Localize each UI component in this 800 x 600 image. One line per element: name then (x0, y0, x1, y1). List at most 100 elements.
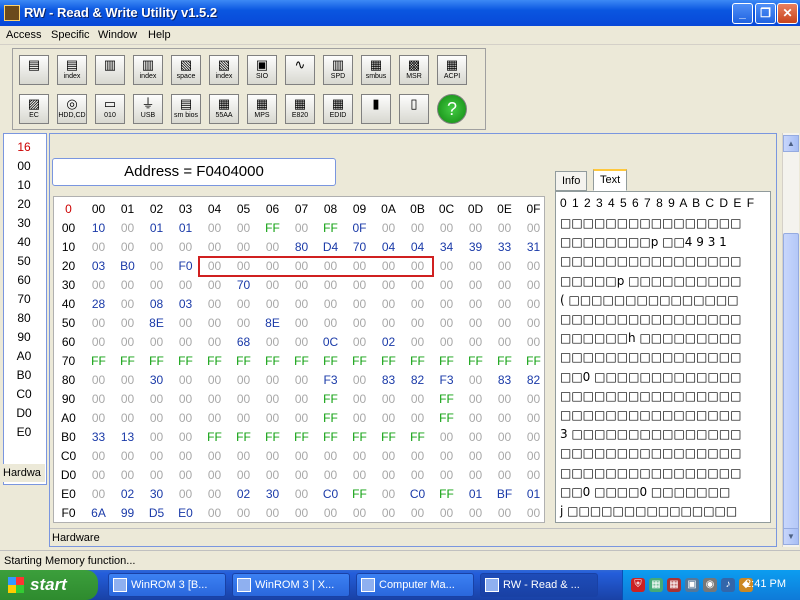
hex-cell[interactable]: 00 (142, 276, 171, 295)
command-icon[interactable]: ▮ (361, 94, 391, 124)
hex-cell[interactable]: 00 (432, 466, 461, 485)
hex-cell[interactable]: 6A (84, 504, 113, 523)
hex-cell[interactable]: 00 (432, 314, 461, 333)
hex-cell[interactable]: 00 (84, 447, 113, 466)
hex-cell[interactable]: 00 (519, 219, 548, 238)
hex-cell[interactable]: 00 (490, 390, 519, 409)
hex-cell[interactable]: 00 (287, 390, 316, 409)
hex-cell[interactable]: 00 (374, 409, 403, 428)
hex-cell[interactable]: 00 (142, 390, 171, 409)
hex-cell[interactable]: 00 (316, 295, 345, 314)
hex-cell[interactable]: 00 (229, 504, 258, 523)
hex-cell[interactable]: 00 (432, 428, 461, 447)
hex-cell[interactable]: 00 (490, 276, 519, 295)
hex-cell[interactable]: 00 (403, 295, 432, 314)
hex-cell[interactable]: FF (432, 409, 461, 428)
hex-cell[interactable]: 00 (113, 219, 142, 238)
hex-cell[interactable]: 00 (316, 447, 345, 466)
hex-cell[interactable]: 00 (432, 257, 461, 276)
hex-cell[interactable]: 00 (461, 295, 490, 314)
hex-cell[interactable]: 00 (171, 371, 200, 390)
hex-cell[interactable]: 00 (113, 333, 142, 352)
hex-cell[interactable]: 00 (519, 314, 548, 333)
hex-cell[interactable]: 00 (229, 295, 258, 314)
hex-cell[interactable]: 00 (519, 257, 548, 276)
hex-cell[interactable]: 00 (258, 238, 287, 257)
task-computer-management[interactable]: Computer Ma... (356, 573, 474, 597)
hex-cell[interactable]: 00 (200, 219, 229, 238)
hex-cell[interactable]: 00 (142, 447, 171, 466)
scroll-thumb[interactable] (783, 233, 799, 533)
hex-cell[interactable]: 00 (403, 409, 432, 428)
hex-cell[interactable]: 00 (258, 409, 287, 428)
display-icon[interactable]: ▣ (685, 578, 699, 592)
hex-cell[interactable]: FF (316, 409, 345, 428)
left-row-label[interactable]: B0 (4, 366, 44, 385)
hex-cell[interactable]: 00 (374, 485, 403, 504)
hex-cell[interactable]: FF (258, 219, 287, 238)
hex-cell[interactable]: 00 (113, 276, 142, 295)
hex-cell[interactable]: FF (432, 390, 461, 409)
hex-cell[interactable]: 00 (142, 409, 171, 428)
hex-cell[interactable]: 00 (258, 276, 287, 295)
hex-cell[interactable]: D4 (316, 238, 345, 257)
vertical-scrollbar[interactable]: ▲ ▼ (782, 133, 799, 547)
hex-cell[interactable]: 00 (287, 466, 316, 485)
hex-cell[interactable]: 00 (229, 371, 258, 390)
hex-cell[interactable]: 00 (113, 466, 142, 485)
hex-cell[interactable]: 00 (229, 390, 258, 409)
hex-cell[interactable]: 00 (432, 219, 461, 238)
hex-cell[interactable]: 00 (229, 238, 258, 257)
hex-cell[interactable]: 00 (84, 466, 113, 485)
menu-window[interactable]: Window (98, 29, 137, 41)
hex-cell[interactable]: FF (258, 428, 287, 447)
hex-cell[interactable]: 08 (142, 295, 171, 314)
hex-cell[interactable]: 00 (432, 447, 461, 466)
hex-cell[interactable]: B0 (113, 257, 142, 276)
hex-cell[interactable]: 00 (345, 466, 374, 485)
hex-cell[interactable]: 00 (461, 504, 490, 523)
left-row-label[interactable]: 20 (4, 195, 44, 214)
hex-cell[interactable]: 00 (84, 314, 113, 333)
memory-index-icon[interactable]: ▥ index (133, 55, 163, 85)
hex-cell[interactable]: 00 (403, 219, 432, 238)
hex-cell[interactable]: 00 (171, 428, 200, 447)
hex-cell[interactable]: 00 (171, 390, 200, 409)
hex-cell[interactable]: 00 (403, 447, 432, 466)
hex-cell[interactable]: FF (229, 352, 258, 371)
hex-cell[interactable]: 00 (142, 238, 171, 257)
hex-cell[interactable]: 00 (171, 276, 200, 295)
minimize-button[interactable]: _ (732, 3, 753, 24)
hex-cell[interactable]: 00 (490, 466, 519, 485)
menu-specific[interactable]: Specific (51, 29, 90, 41)
hex-cell[interactable]: 00 (113, 371, 142, 390)
hex-cell[interactable]: 00 (374, 295, 403, 314)
hex-cell[interactable]: FF (200, 428, 229, 447)
hex-cell[interactable]: 00 (258, 390, 287, 409)
hex-cell[interactable]: 00 (519, 504, 548, 523)
hex-cell[interactable]: 00 (287, 276, 316, 295)
hex-cell[interactable]: 00 (258, 504, 287, 523)
task-rw-utility[interactable]: RW - Read & ... (480, 573, 598, 597)
hex-cell[interactable]: 00 (374, 466, 403, 485)
hex-cell[interactable]: 00 (229, 314, 258, 333)
hex-cell[interactable]: 00 (316, 504, 345, 523)
left-row-label[interactable]: 40 (4, 233, 44, 252)
hex-cell[interactable]: 82 (519, 371, 548, 390)
hex-cell[interactable]: FF (287, 352, 316, 371)
hex-cell[interactable]: 00 (84, 371, 113, 390)
hex-cell[interactable]: 33 (84, 428, 113, 447)
hex-cell[interactable]: 00 (200, 504, 229, 523)
hex-cell[interactable]: 00 (461, 257, 490, 276)
menu-help[interactable]: Help (148, 29, 171, 41)
hex-cell[interactable]: 00 (229, 447, 258, 466)
hex-cell[interactable]: 00 (200, 485, 229, 504)
hex-cell[interactable]: 04 (374, 238, 403, 257)
hex-cell[interactable]: 01 (171, 219, 200, 238)
scroll-up-icon[interactable]: ▲ (783, 135, 799, 152)
hex-cell[interactable]: FF (432, 485, 461, 504)
hex-cell[interactable]: F3 (316, 371, 345, 390)
hex-cell[interactable]: 70 (229, 276, 258, 295)
hex-cell[interactable]: 33 (490, 238, 519, 257)
hex-cell[interactable]: FF (345, 352, 374, 371)
